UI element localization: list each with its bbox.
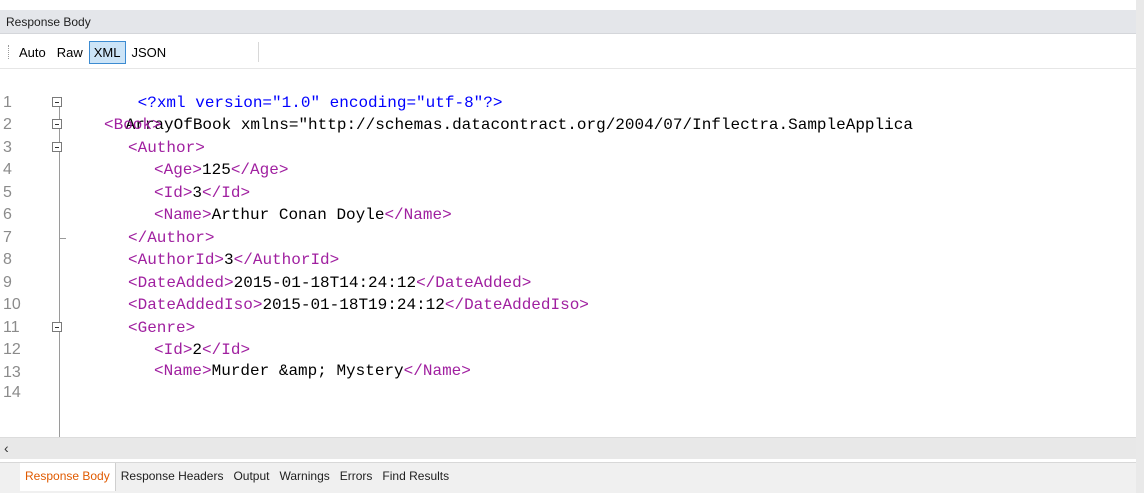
code-line: 12 <Genre> <box>0 317 1136 359</box>
collapse-icon[interactable] <box>52 321 62 332</box>
tab-output[interactable]: Output <box>228 463 274 487</box>
code-line: 2 ArrayOfBook xmlns="http://schemas.data… <box>0 92 1136 134</box>
tab-find-results[interactable]: Find Results <box>377 463 454 487</box>
code-line: 6 <Id>3</Id> <box>0 182 1136 224</box>
code-line: 3 <Book> <box>0 114 1136 156</box>
code-line: 11 <DateAddedIso>2015-01-18T19:24:12</Da… <box>0 294 1136 336</box>
tab-errors[interactable]: Errors <box>335 463 378 487</box>
code-text: <Book> <box>104 116 162 134</box>
xml-editor[interactable]: 1 <?xml version="1.0" encoding="utf-8"?>… <box>0 69 1136 437</box>
tab-response-body[interactable]: Response Body <box>20 463 116 491</box>
format-toolbar: Auto Raw XML JSON <box>0 36 1136 69</box>
code-line: 8 </Author> <box>0 227 1136 269</box>
format-tab-json[interactable]: JSON <box>127 41 172 64</box>
code-text: </Author> <box>128 228 215 247</box>
code-text: <Genre> <box>128 318 196 337</box>
code-line: 14 <Name>Murder &amp; Mystery</Name> <box>0 360 1136 402</box>
format-tab-xml[interactable]: XML <box>88 41 126 64</box>
code-text: <DateAdded>2015-01-18T14:24:12</DateAdde… <box>128 273 532 292</box>
horizontal-scrollbar[interactable]: ‹ <box>0 437 1136 459</box>
tab-response-headers[interactable]: Response Headers <box>116 463 229 487</box>
scroll-left-icon[interactable]: ‹ <box>4 438 9 458</box>
collapse-icon[interactable] <box>52 141 62 152</box>
code-text: <Name>Arthur Conan Doyle</Name> <box>154 206 452 224</box>
toolbar-separator <box>258 42 259 62</box>
vertical-scrollbar[interactable] <box>1136 0 1144 493</box>
collapse-icon[interactable] <box>52 96 62 107</box>
toolbar-grip-icon[interactable] <box>8 45 12 59</box>
code-line: 5 <Age>125</Age> <box>0 159 1136 201</box>
format-tab-raw[interactable]: Raw <box>52 41 88 64</box>
code-text: <DateAddedIso>2015-01-18T19:24:12</DateA… <box>128 296 589 314</box>
code-line: 9 <AuthorId>3</AuthorId> <box>0 249 1136 291</box>
panel-title: Response Body <box>0 10 1136 34</box>
code-text: <Name>Murder &amp; Mystery</Name> <box>154 361 471 380</box>
code-text: <AuthorId>3</AuthorId> <box>128 251 340 269</box>
code-text: <Id>2</Id> <box>154 341 251 359</box>
bottom-tab-strip: Response Body Response Headers Output Wa… <box>0 462 1136 493</box>
tab-warnings[interactable]: Warnings <box>275 463 335 487</box>
line-number: 14 <box>3 384 21 401</box>
code-line: 13 <Id>2</Id> <box>0 339 1136 381</box>
code-line: 4 <Author> <box>0 137 1136 179</box>
collapse-icon[interactable] <box>52 119 62 129</box>
code-text: <Author> <box>128 138 205 157</box>
code-line: 7 <Name>Arthur Conan Doyle</Name> <box>0 204 1136 246</box>
code-line: 1 <?xml version="1.0" encoding="utf-8"?> <box>0 69 1136 112</box>
format-tab-auto[interactable]: Auto <box>14 41 51 64</box>
code-line: 10 <DateAdded>2015-01-18T14:24:12</DateA… <box>0 272 1136 314</box>
code-text: <Age>125</Age> <box>154 161 289 179</box>
code-text: <Id>3</Id> <box>154 183 251 202</box>
